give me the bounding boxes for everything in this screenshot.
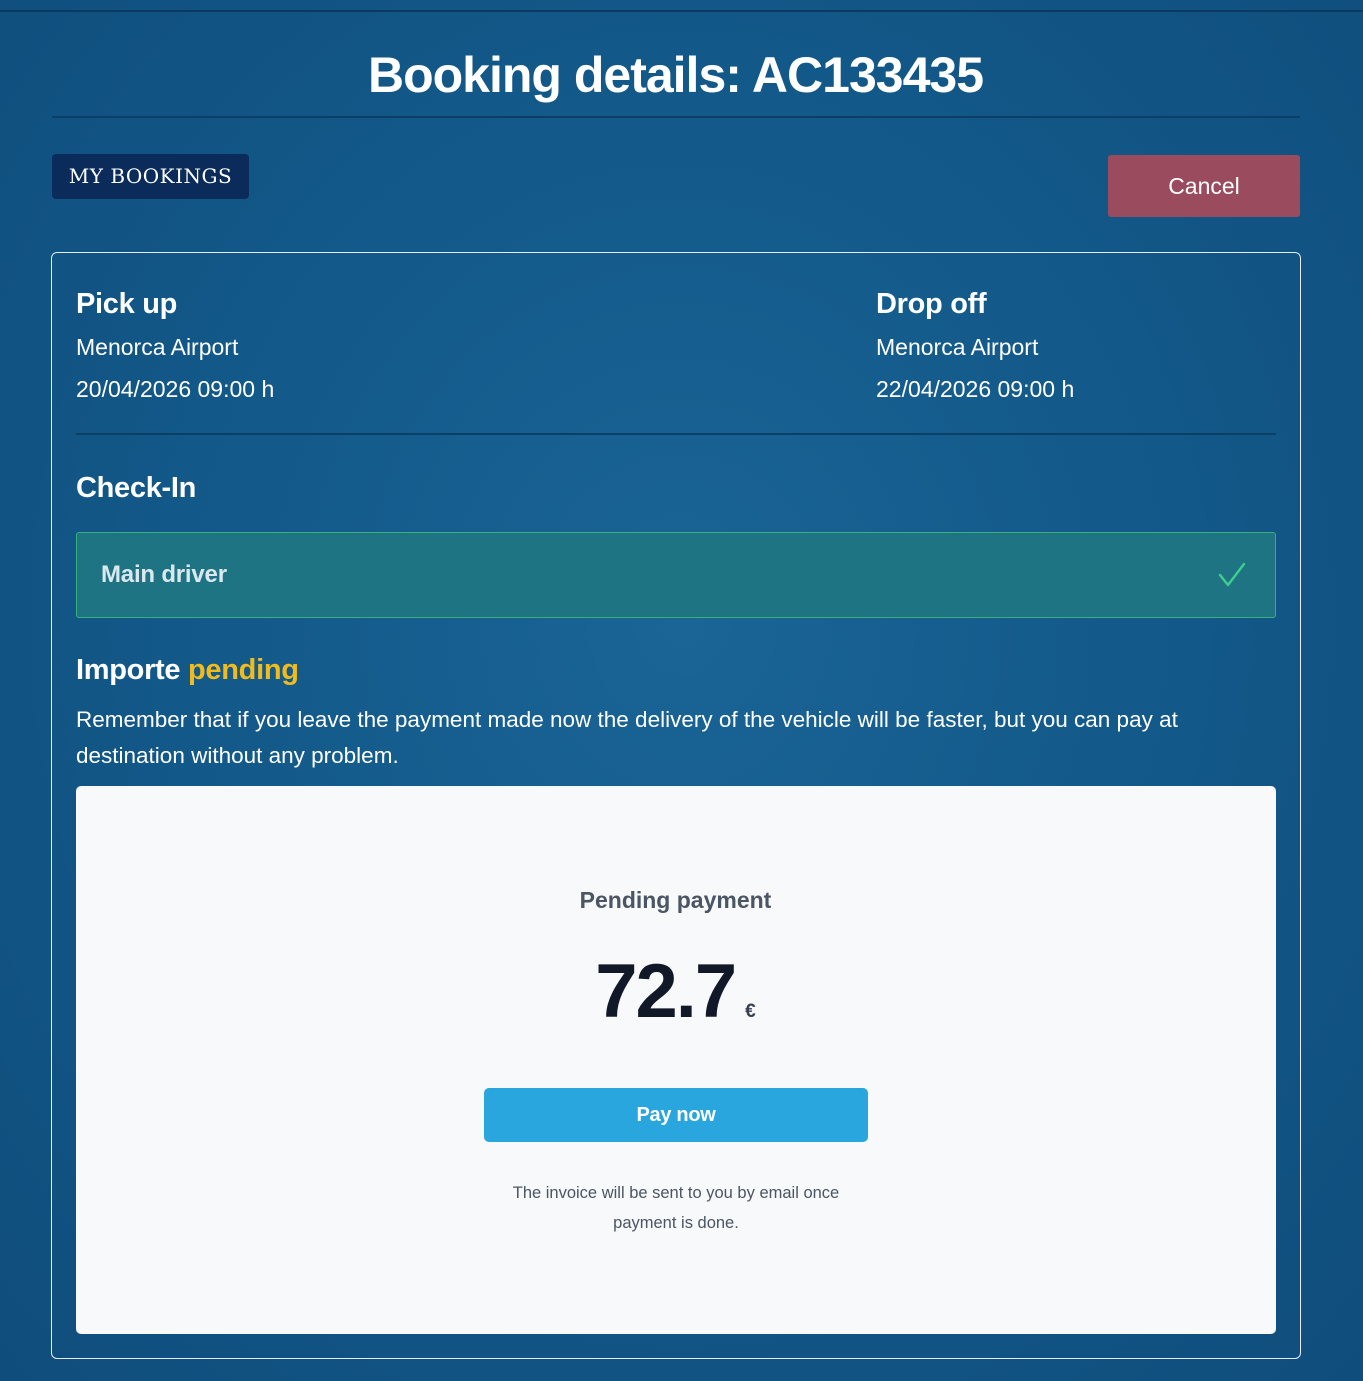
my-bookings-button[interactable]: MY BOOKINGS — [52, 154, 249, 199]
pickup-location: Menorca Airport — [76, 334, 239, 360]
top-border — [0, 0, 1363, 12]
pickup-heading: Pick up — [76, 288, 178, 320]
pay-now-button[interactable]: Pay now — [484, 1088, 868, 1142]
pending-payment-label: Pending payment — [579, 887, 772, 913]
importe-heading: Importe pending — [76, 648, 299, 692]
section-divider — [76, 433, 1276, 435]
check-icon — [1218, 562, 1246, 587]
currency-symbol: € — [745, 1001, 756, 1022]
dropoff-section: Drop off Menorca Airport 22/04/2026 09:0… — [876, 282, 1074, 410]
checkin-heading: Check-In — [76, 472, 197, 504]
dropoff-heading: Drop off — [876, 288, 987, 320]
page-title: Booking details: AC133435 — [367, 47, 984, 103]
payment-reminder-text: Remember that if you leave the payment m… — [76, 707, 1178, 768]
dropoff-location: Menorca Airport — [876, 334, 1039, 360]
main-driver-checkin-item[interactable]: Main driver — [76, 532, 1276, 618]
amount-display: 72.7 € — [0, 950, 1351, 1055]
title-divider — [52, 116, 1300, 118]
importe-status: pending — [188, 654, 299, 686]
pickup-datetime: 20/04/2026 09:00 h — [76, 376, 275, 402]
cancel-button[interactable]: Cancel — [1108, 155, 1300, 217]
dropoff-datetime: 22/04/2026 09:00 h — [876, 376, 1075, 402]
invoice-note: The invoice will be sent to you by email… — [512, 1184, 840, 1232]
amount-value: 72.7 — [595, 949, 737, 1034]
payment-panel — [76, 786, 1276, 1334]
pickup-section: Pick up Menorca Airport 20/04/2026 09:00… — [76, 282, 274, 410]
importe-heading-label: Importe — [76, 654, 181, 686]
main-driver-label: Main driver — [101, 561, 227, 588]
